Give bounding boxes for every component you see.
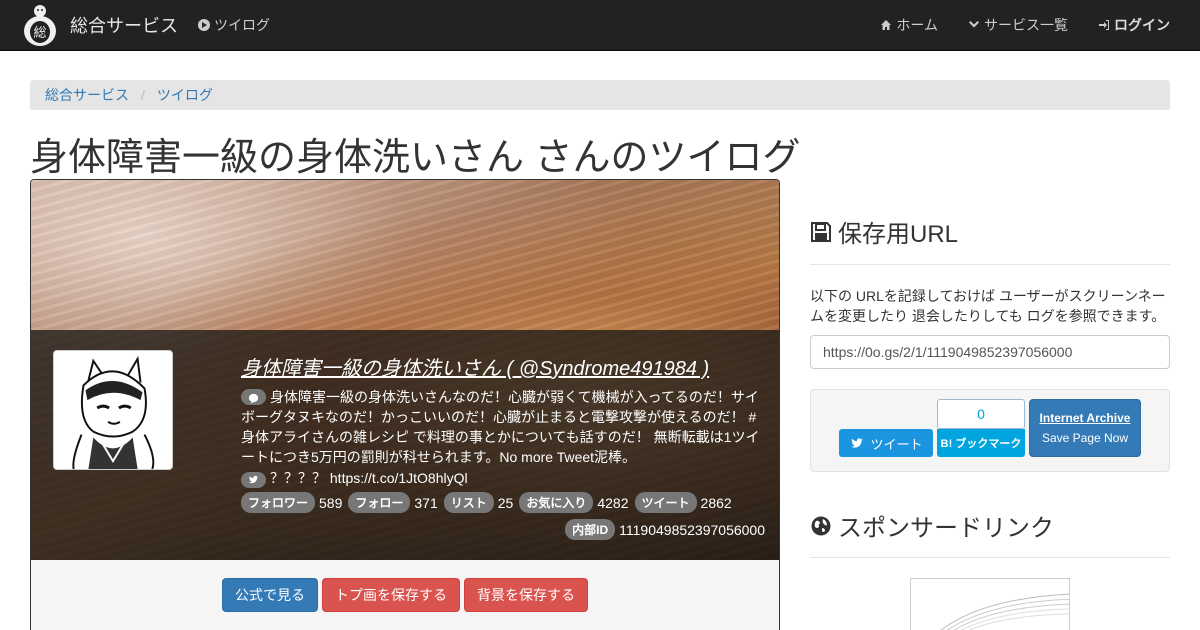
nav-section-label: ツイログ <box>214 17 270 33</box>
profile-location: ？？？？ <box>270 470 326 486</box>
profile-url-line: ？？？？ https://t.co/1JtO8hlyQl <box>241 468 766 488</box>
hatena-bookmark-count[interactable]: 0 <box>937 399 1025 429</box>
internet-archive-subtitle: Save Page Now <box>1041 431 1129 445</box>
internal-id: 内部ID 1119049852397056000 <box>565 519 765 540</box>
chevron-down-icon <box>969 21 979 28</box>
sponsored-heading: スポンサードリンク <box>810 508 1054 543</box>
stat-tweets: ツイート 2862 <box>634 492 734 513</box>
divider <box>810 264 1170 265</box>
save-banner-button[interactable]: 背景を保存する <box>464 578 588 612</box>
globe-icon <box>811 516 831 535</box>
tweet-button-label: ツイート <box>870 436 923 452</box>
share-box: ツイート 0 B! ブックマーク Internet Archive Save P… <box>810 389 1170 472</box>
breadcrumb: 総合サービス / ツイログ <box>30 80 1170 110</box>
internet-archive-title: Internet Archive <box>1039 411 1131 425</box>
internal-id-value: 1119049852397056000 <box>619 521 765 538</box>
save-url-description: 以下の URLを記録しておけば ユーザーがスクリーンネームを変更したり 退会した… <box>810 288 1166 324</box>
twitter-bird-icon <box>241 472 266 488</box>
stat-tweets-value: 2862 <box>700 494 732 511</box>
avatar-drawing-icon <box>54 351 172 469</box>
profile-bio-text: 身体障害一級の身体洗いさんなのだ！心臓が弱くて機械が入ってるのだ！サイボーグタヌ… <box>241 389 760 465</box>
chevron-circle-right-icon <box>198 19 210 31</box>
sign-in-icon <box>1099 20 1109 30</box>
profile-info: 身体障害一級の身体洗いさん ( @Syndrome491984 ) 身体障害一級… <box>241 350 766 513</box>
profile-bio: 身体障害一級の身体洗いさんなのだ！心臓が弱くて機械が入ってるのだ！サイボーグタヌ… <box>241 387 766 467</box>
home-icon <box>881 20 892 30</box>
nav-login[interactable]: ログイン <box>1098 15 1170 35</box>
stat-tweets-badge: ツイート <box>634 492 697 513</box>
internal-id-badge: 内部ID <box>565 519 616 540</box>
profile-actions: 公式で見る トプ画を保存する 背景を保存する <box>31 578 779 612</box>
stat-followers: フォロワー 589 <box>241 492 344 513</box>
stat-following-value: 371 <box>414 494 438 511</box>
brand-link[interactable]: 総 総合サービス <box>20 2 178 48</box>
view-official-button[interactable]: 公式で見る <box>222 578 318 612</box>
navbar: 総 総合サービス ツイログ ホーム サービス一覧 ログイン <box>0 0 1200 51</box>
stat-favorites-badge: お気に入り <box>519 492 594 513</box>
nav-services[interactable]: サービス一覧 <box>968 15 1068 35</box>
nav-services-label: サービス一覧 <box>984 17 1068 33</box>
profile-card: 身体障害一級の身体洗いさん ( @Syndrome491984 ) 身体障害一級… <box>30 179 780 630</box>
nav-right: ホーム サービス一覧 ログイン <box>880 0 1170 50</box>
breadcrumb-separator: / <box>141 87 145 103</box>
stat-following: フォロー 371 <box>348 492 439 513</box>
sponsored-ad-image[interactable] <box>910 578 1070 630</box>
floppy-disk-icon <box>811 221 831 242</box>
breadcrumb-tsuilog[interactable]: ツイログ <box>157 85 213 105</box>
save-avatar-button[interactable]: トプ画を保存する <box>322 578 460 612</box>
save-url-title: 保存用URL <box>838 221 959 248</box>
save-url-input[interactable] <box>810 335 1170 369</box>
stat-followers-badge: フォロワー <box>241 492 316 513</box>
twitter-bird-icon <box>851 438 864 448</box>
profile-stats: フォロワー 589 フォロー 371 リスト 25 お気に入り 4282 ツイート 286… <box>241 492 766 513</box>
nav-home-label: ホーム <box>896 17 938 33</box>
breadcrumb-home[interactable]: 総合サービス <box>45 85 129 105</box>
brand-logo-icon: 総 <box>24 5 56 46</box>
profile-url[interactable]: https://t.co/1JtO8hlyQl <box>330 470 468 486</box>
page-title: 身体障害一級の身体洗いさん さんのツイログ <box>30 137 801 179</box>
stat-following-badge: フォロー <box>348 492 411 513</box>
sponsored-title: スポンサードリンク <box>838 515 1054 542</box>
divider <box>810 557 1170 558</box>
stat-lists: リスト 25 <box>443 492 516 513</box>
nav-section-tsuilog[interactable]: ツイログ <box>198 0 270 50</box>
stat-lists-badge: リスト <box>443 492 494 513</box>
ad-graphic <box>940 593 1069 630</box>
hatena-bookmark-button[interactable]: B! ブックマーク <box>937 429 1025 457</box>
nav-login-label: ログイン <box>1114 17 1170 33</box>
svg-text:総: 総 <box>33 26 46 41</box>
stat-favorites-value: 4282 <box>597 494 629 511</box>
brand-name: 総合サービス <box>70 16 178 36</box>
tweet-button[interactable]: ツイート <box>839 429 933 457</box>
profile-avatar <box>53 350 173 470</box>
profile-name-link[interactable]: 身体障害一級の身体洗いさん ( @Syndrome491984 ) <box>241 352 766 381</box>
save-url-heading: 保存用URL <box>810 214 958 249</box>
stat-favorites: お気に入り 4282 <box>519 492 630 513</box>
nav-home[interactable]: ホーム <box>880 15 938 35</box>
stat-lists-value: 25 <box>497 494 514 511</box>
stat-followers-value: 589 <box>319 494 343 511</box>
comment-icon <box>241 389 266 405</box>
internet-archive-button[interactable]: Internet Archive Save Page Now <box>1029 399 1141 457</box>
